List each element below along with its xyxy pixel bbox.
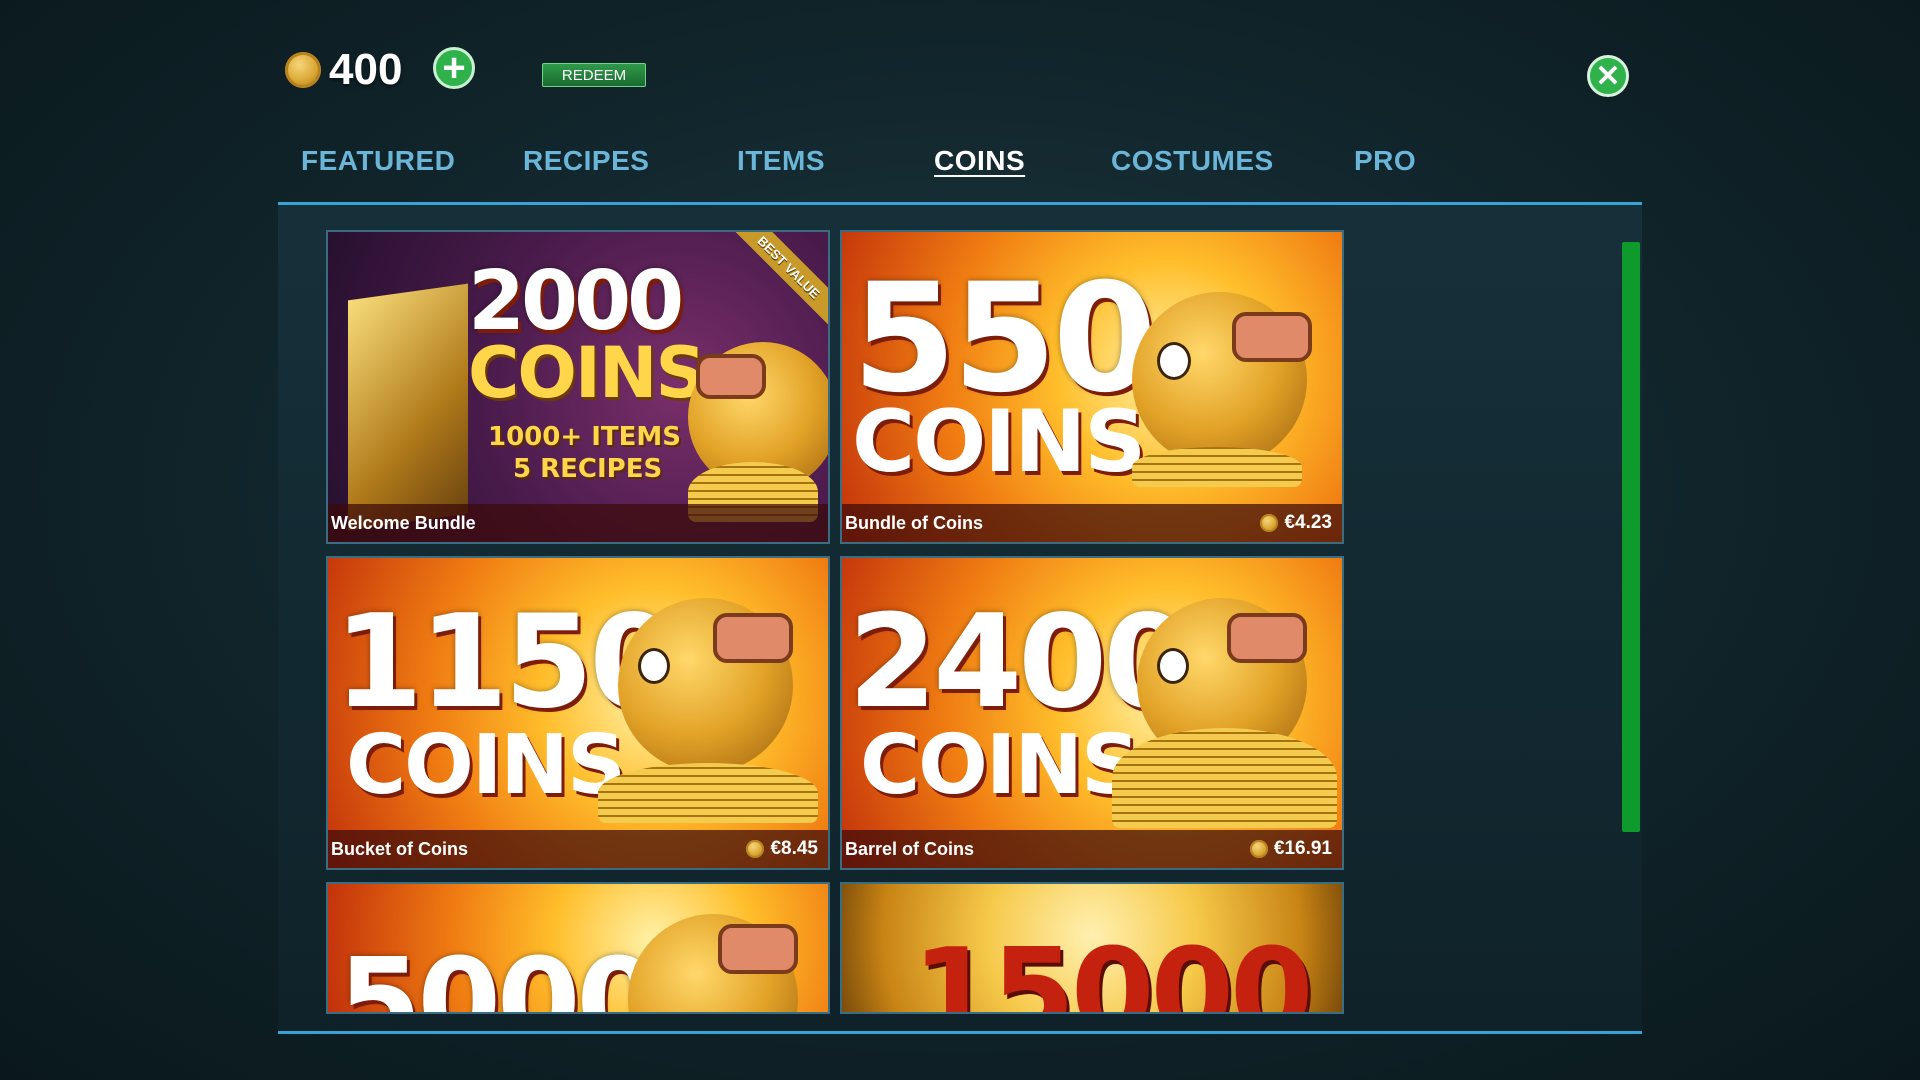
- store-card-barrel-of-coins[interactable]: 2400 COINS Barrel of Coins €16.91: [840, 556, 1344, 870]
- card-name: Barrel of Coins: [845, 838, 975, 859]
- coin-pile-icon: [1112, 728, 1337, 828]
- card-footer: Welcome Bundle: [328, 504, 828, 542]
- card-price: €8.45: [746, 838, 818, 860]
- store-card-bucket-of-coins[interactable]: 1150 COINS Bucket of Coins €8.45: [326, 556, 830, 870]
- card-art-number: 15000: [912, 924, 1313, 1014]
- coin-icon: [1249, 840, 1268, 858]
- card-price-value: €8.45: [770, 838, 818, 859]
- card-art-word: COINS: [346, 718, 626, 813]
- card-price: €4.23: [1260, 512, 1332, 534]
- card-art-word: COINS: [468, 332, 706, 414]
- card-art-number: 5000: [338, 934, 660, 1014]
- mascot-eye: [1157, 342, 1191, 380]
- card-name: Welcome Bundle: [331, 512, 476, 533]
- card-art-number: 2400: [848, 588, 1192, 737]
- card-art: 2400 COINS: [842, 558, 1342, 868]
- mascot-snout: [1227, 613, 1307, 663]
- card-art: 2000 COINS 1000+ ITEMS 5 RECIPES BEST VA…: [328, 232, 828, 542]
- card-art: 5000: [328, 884, 828, 1012]
- coin-balance-bar: 400 + REDEEM: [285, 45, 646, 95]
- mascot-eye: [638, 648, 670, 684]
- card-art: 15000: [842, 884, 1342, 1012]
- tab-coins[interactable]: COINS: [934, 145, 1025, 177]
- tab-featured[interactable]: FEATURED: [301, 145, 455, 177]
- mascot-snout: [1232, 312, 1312, 362]
- mascot-snout: [696, 354, 766, 399]
- treasure-pile-icon: [348, 283, 468, 531]
- card-art-word: COINS: [852, 392, 1146, 492]
- redeem-button[interactable]: REDEEM: [542, 63, 646, 87]
- card-art-line2: 5 RECIPES: [513, 454, 663, 484]
- tab-recipes[interactable]: RECIPES: [523, 145, 649, 177]
- store-card-bundle-of-coins[interactable]: 550 COINS Bundle of Coins €4.23: [840, 230, 1344, 544]
- card-art-line1: 1000+ ITEMS: [488, 422, 681, 452]
- mascot-snout: [718, 924, 798, 974]
- store-card-5000-coins[interactable]: 5000: [326, 882, 830, 1014]
- card-art: 1150 COINS: [328, 558, 828, 868]
- close-button[interactable]: ✕: [1587, 55, 1629, 97]
- card-art-word: COINS: [860, 718, 1140, 813]
- tab-items[interactable]: ITEMS: [737, 145, 825, 177]
- coin-icon: [1260, 514, 1279, 532]
- coin-icon: [285, 52, 321, 88]
- tab-costumes[interactable]: COSTUMES: [1111, 145, 1274, 177]
- mascot-eye: [1157, 648, 1189, 684]
- best-value-ribbon: BEST VALUE: [726, 232, 828, 330]
- scrollbar[interactable]: [1622, 242, 1640, 832]
- card-footer: Bundle of Coins €4.23: [842, 504, 1342, 542]
- card-price: €16.91: [1249, 838, 1332, 860]
- add-coins-button[interactable]: +: [433, 47, 475, 89]
- card-price-value: €4.23: [1284, 512, 1332, 533]
- coin-icon: [746, 840, 765, 858]
- coin-balance: 400: [329, 45, 403, 94]
- card-name: Bundle of Coins: [845, 512, 983, 533]
- card-footer: Bucket of Coins €8.45: [328, 830, 828, 868]
- store-card-welcome-bundle[interactable]: 2000 COINS 1000+ ITEMS 5 RECIPES BEST VA…: [326, 230, 830, 544]
- tab-pro[interactable]: PRO: [1354, 145, 1416, 177]
- coin-pile-icon: [598, 763, 818, 823]
- card-art: 550 COINS: [842, 232, 1342, 542]
- store-tabs: FEATURED RECIPES ITEMS COINS COSTUMES PR…: [278, 145, 1638, 185]
- card-price-value: €16.91: [1273, 838, 1332, 859]
- coin-pile-icon: [1132, 447, 1302, 487]
- card-name: Bucket of Coins: [331, 838, 469, 859]
- card-footer: Barrel of Coins €16.91: [842, 830, 1342, 868]
- store-card-15000-coins[interactable]: 15000: [840, 882, 1344, 1014]
- mascot-snout: [713, 613, 793, 663]
